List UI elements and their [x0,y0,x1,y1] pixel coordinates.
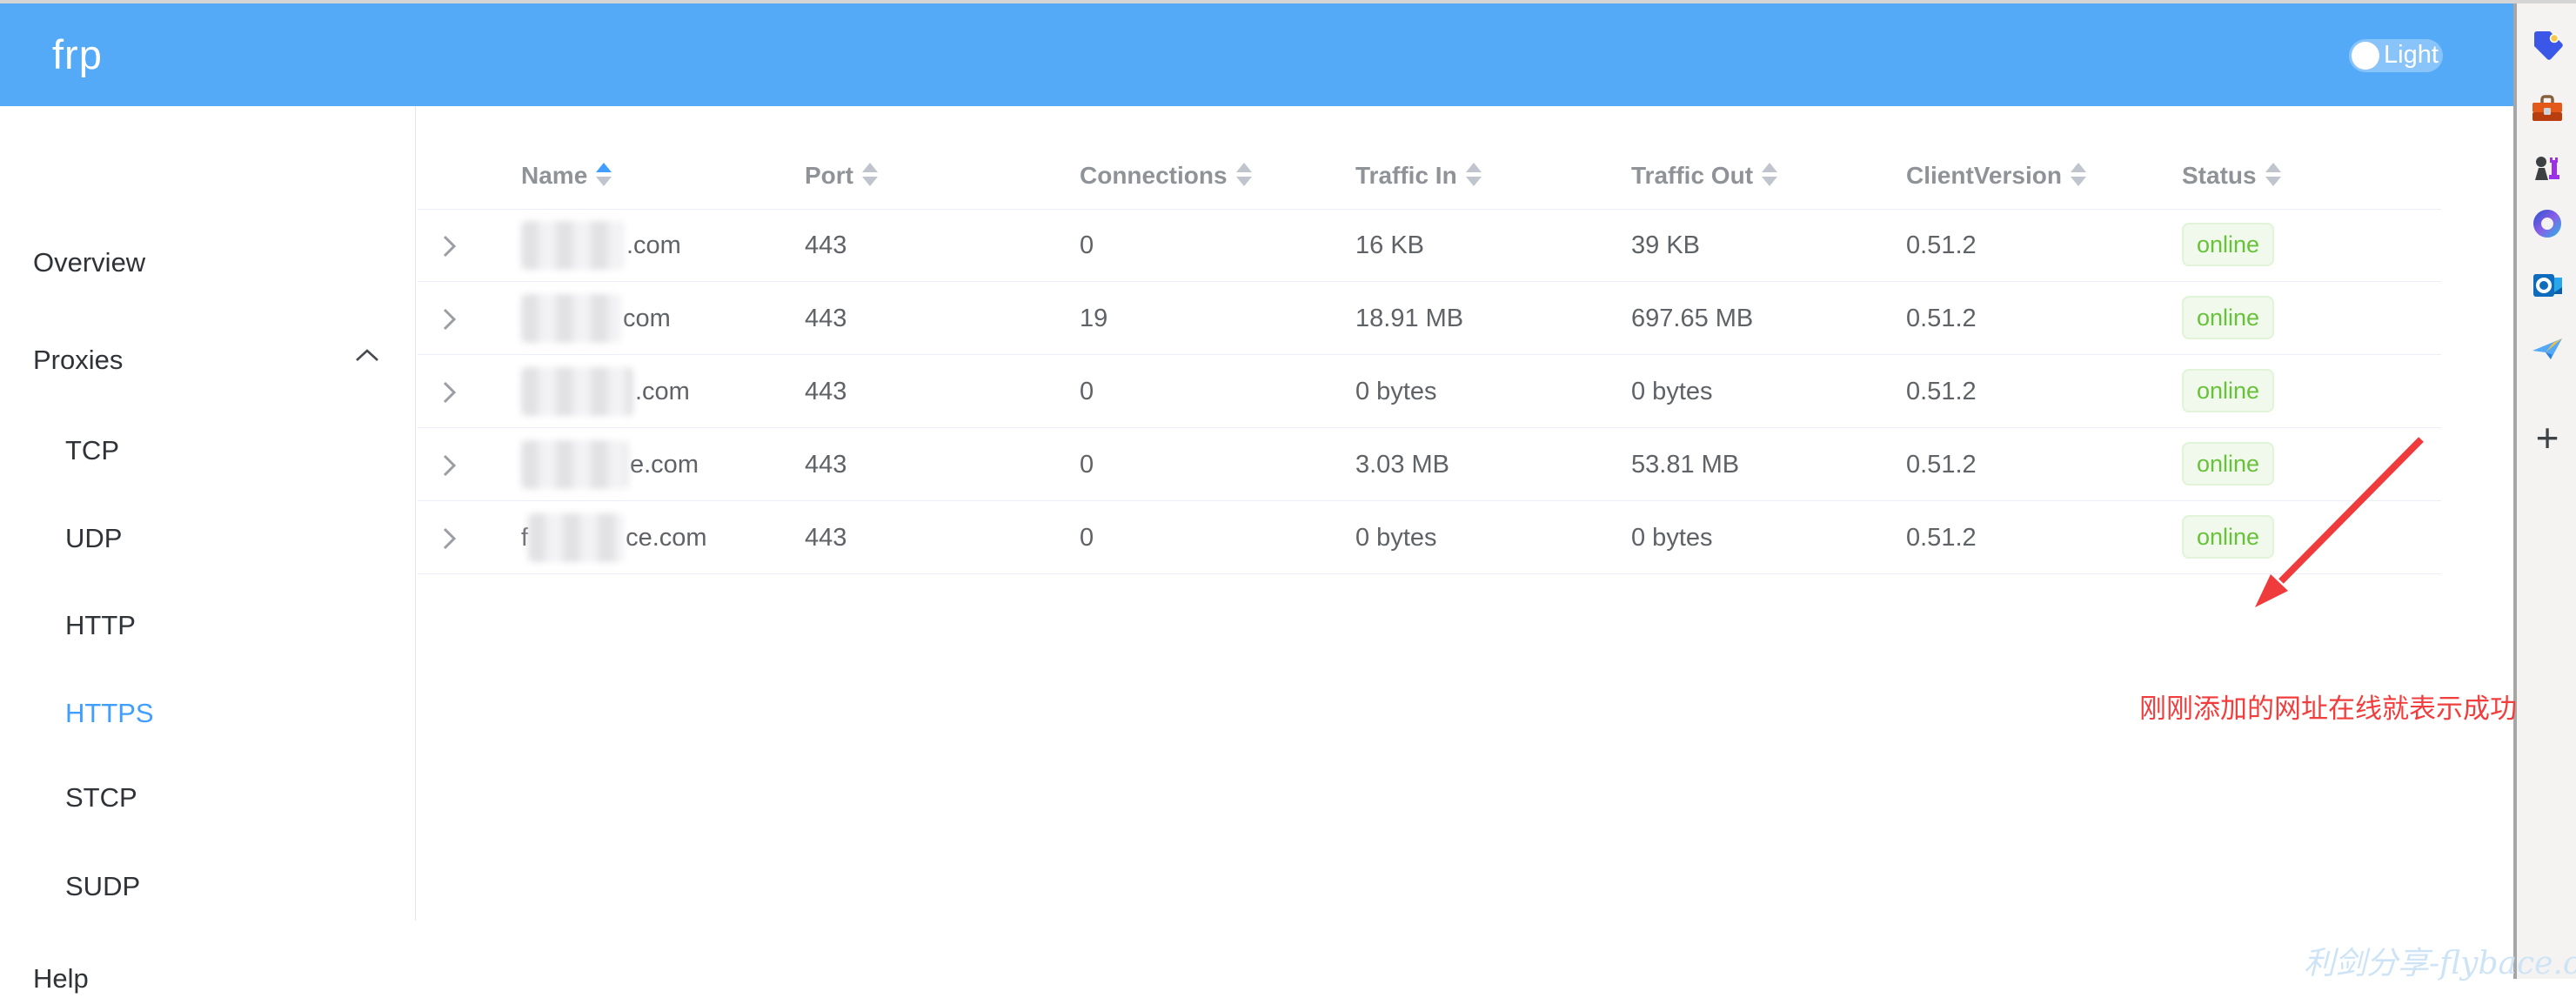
cell-port: 443 [805,355,846,428]
column-header-port[interactable]: Port [805,143,878,209]
watermark-text: 利剑分享-flybace.com [2304,938,2576,983]
chess-icon[interactable] [2528,149,2566,187]
sidebar-item-https[interactable]: HTTPS [65,694,154,733]
cell-connections: 0 [1080,501,1094,574]
expand-row-icon[interactable] [441,306,458,332]
cell-name: e.com [521,428,699,501]
expand-row-icon[interactable] [441,379,458,405]
window-top-edge [0,0,2576,3]
cell-name: .com [521,209,681,282]
sidebar-item-stcp[interactable]: STCP [65,779,137,817]
status-badge: online [2182,369,2274,412]
cell-port: 443 [805,209,846,282]
cell-traffic-in: 0 bytes [1355,355,1437,428]
cell-connections: 0 [1080,355,1094,428]
column-header-name[interactable]: Name [521,143,612,209]
cell-traffic-out: 0 bytes [1631,355,1713,428]
cell-port: 443 [805,428,846,501]
censored-name-block [528,513,624,562]
status-badge: online [2182,223,2274,266]
cell-name: com [521,282,671,355]
sidebar-item-overview[interactable]: Overview [33,244,145,282]
cell-traffic-out: 39 KB [1631,209,1700,282]
table-row: fce.com 443 0 0 bytes 0 bytes 0.51.2 online [418,501,2441,574]
table-row: .com 443 0 0 bytes 0 bytes 0.51.2 online [418,355,2441,428]
sort-arrows-icon[interactable] [596,163,612,186]
annotation-text: 刚刚添加的网址在线就表示成功 [2139,691,2539,727]
sort-arrows-icon[interactable] [1466,163,1482,186]
column-header-clientversion[interactable]: ClientVersion [1906,143,2086,209]
cell-traffic-in: 18.91 MB [1355,282,1463,355]
sort-arrows-icon[interactable] [862,163,878,186]
cell-port: 443 [805,501,846,574]
cell-client-version: 0.51.2 [1906,209,1977,282]
cell-traffic-in: 0 bytes [1355,501,1437,574]
add-bookmark-icon[interactable]: + [2528,419,2566,457]
expand-row-icon[interactable] [441,233,458,259]
cell-client-version: 0.51.2 [1906,501,1977,574]
cell-name: fce.com [521,501,707,574]
proxies-table: Name Port Connections Traffic In Traffic Out… [418,106,2441,593]
cell-client-version: 0.51.2 [1906,355,1977,428]
sidebar-item-proxies[interactable]: Proxies [33,341,123,379]
cell-traffic-out: 697.65 MB [1631,282,1753,355]
outlook-icon[interactable] [2528,266,2566,305]
column-header-traffic-in[interactable]: Traffic In [1355,143,1482,209]
sidebar-item-tcp[interactable]: TCP [65,432,119,470]
sort-arrows-icon[interactable] [2071,163,2086,186]
cell-port: 443 [805,282,846,355]
cell-connections: 0 [1080,428,1094,501]
office-ring-icon[interactable] [2528,204,2566,243]
cell-client-version: 0.51.2 [1906,428,1977,501]
sidebar: Overview Proxies TCP UDP HTTP HTTPS STCP… [0,106,416,921]
cell-traffic-out: 0 bytes [1631,501,1713,574]
column-header-traffic-out[interactable]: Traffic Out [1631,143,1777,209]
table-header-row: Name Port Connections Traffic In Traffic Out… [418,143,2441,210]
expand-row-icon[interactable] [441,452,458,479]
sort-arrows-icon[interactable] [2265,163,2281,186]
column-header-connections[interactable]: Connections [1080,143,1252,209]
cell-traffic-in: 16 KB [1355,209,1424,282]
censored-name-block [521,294,621,343]
status-badge: online [2182,515,2274,559]
cell-name: .com [521,355,690,428]
sort-arrows-icon[interactable] [1236,163,1252,186]
table-row: .com 443 0 16 KB 39 KB 0.51.2 online [418,209,2441,282]
cell-client-version: 0.51.2 [1906,282,1977,355]
status-badge: online [2182,296,2274,339]
cell-connections: 0 [1080,209,1094,282]
status-badge: online [2182,442,2274,486]
sidebar-item-sudp[interactable]: SUDP [65,867,140,906]
table-row: com 443 19 18.91 MB 697.65 MB 0.51.2 online [418,282,2441,355]
cell-traffic-in: 3.03 MB [1355,428,1449,501]
expand-row-icon[interactable] [441,526,458,552]
censored-name-block [521,440,628,489]
sort-arrows-icon[interactable] [1762,163,1777,186]
chevron-up-icon[interactable] [355,348,379,362]
favorites-bar: + [2513,0,2576,979]
toolbox-icon[interactable] [2528,89,2566,127]
sidebar-item-http[interactable]: HTTP [65,606,136,645]
theme-toggle[interactable]: Light [2349,39,2443,72]
sidebar-item-help[interactable]: Help [33,960,89,998]
table-row: e.com 443 0 3.03 MB 53.81 MB 0.51.2 online [418,428,2441,501]
censored-name-block [521,367,633,416]
cell-traffic-out: 53.81 MB [1631,428,1739,501]
sidebar-item-udp[interactable]: UDP [65,519,122,558]
paper-plane-icon[interactable] [2528,331,2566,369]
app-header: frp Light [0,3,2513,106]
theme-toggle-label: Light [2384,39,2439,72]
censored-name-block [521,221,625,270]
cell-connections: 19 [1080,282,1107,355]
column-header-status[interactable]: Status [2182,143,2281,209]
theme-toggle-knob-icon[interactable] [2352,42,2379,70]
app-logo: frp [52,3,103,106]
tag-icon[interactable] [2528,27,2566,65]
